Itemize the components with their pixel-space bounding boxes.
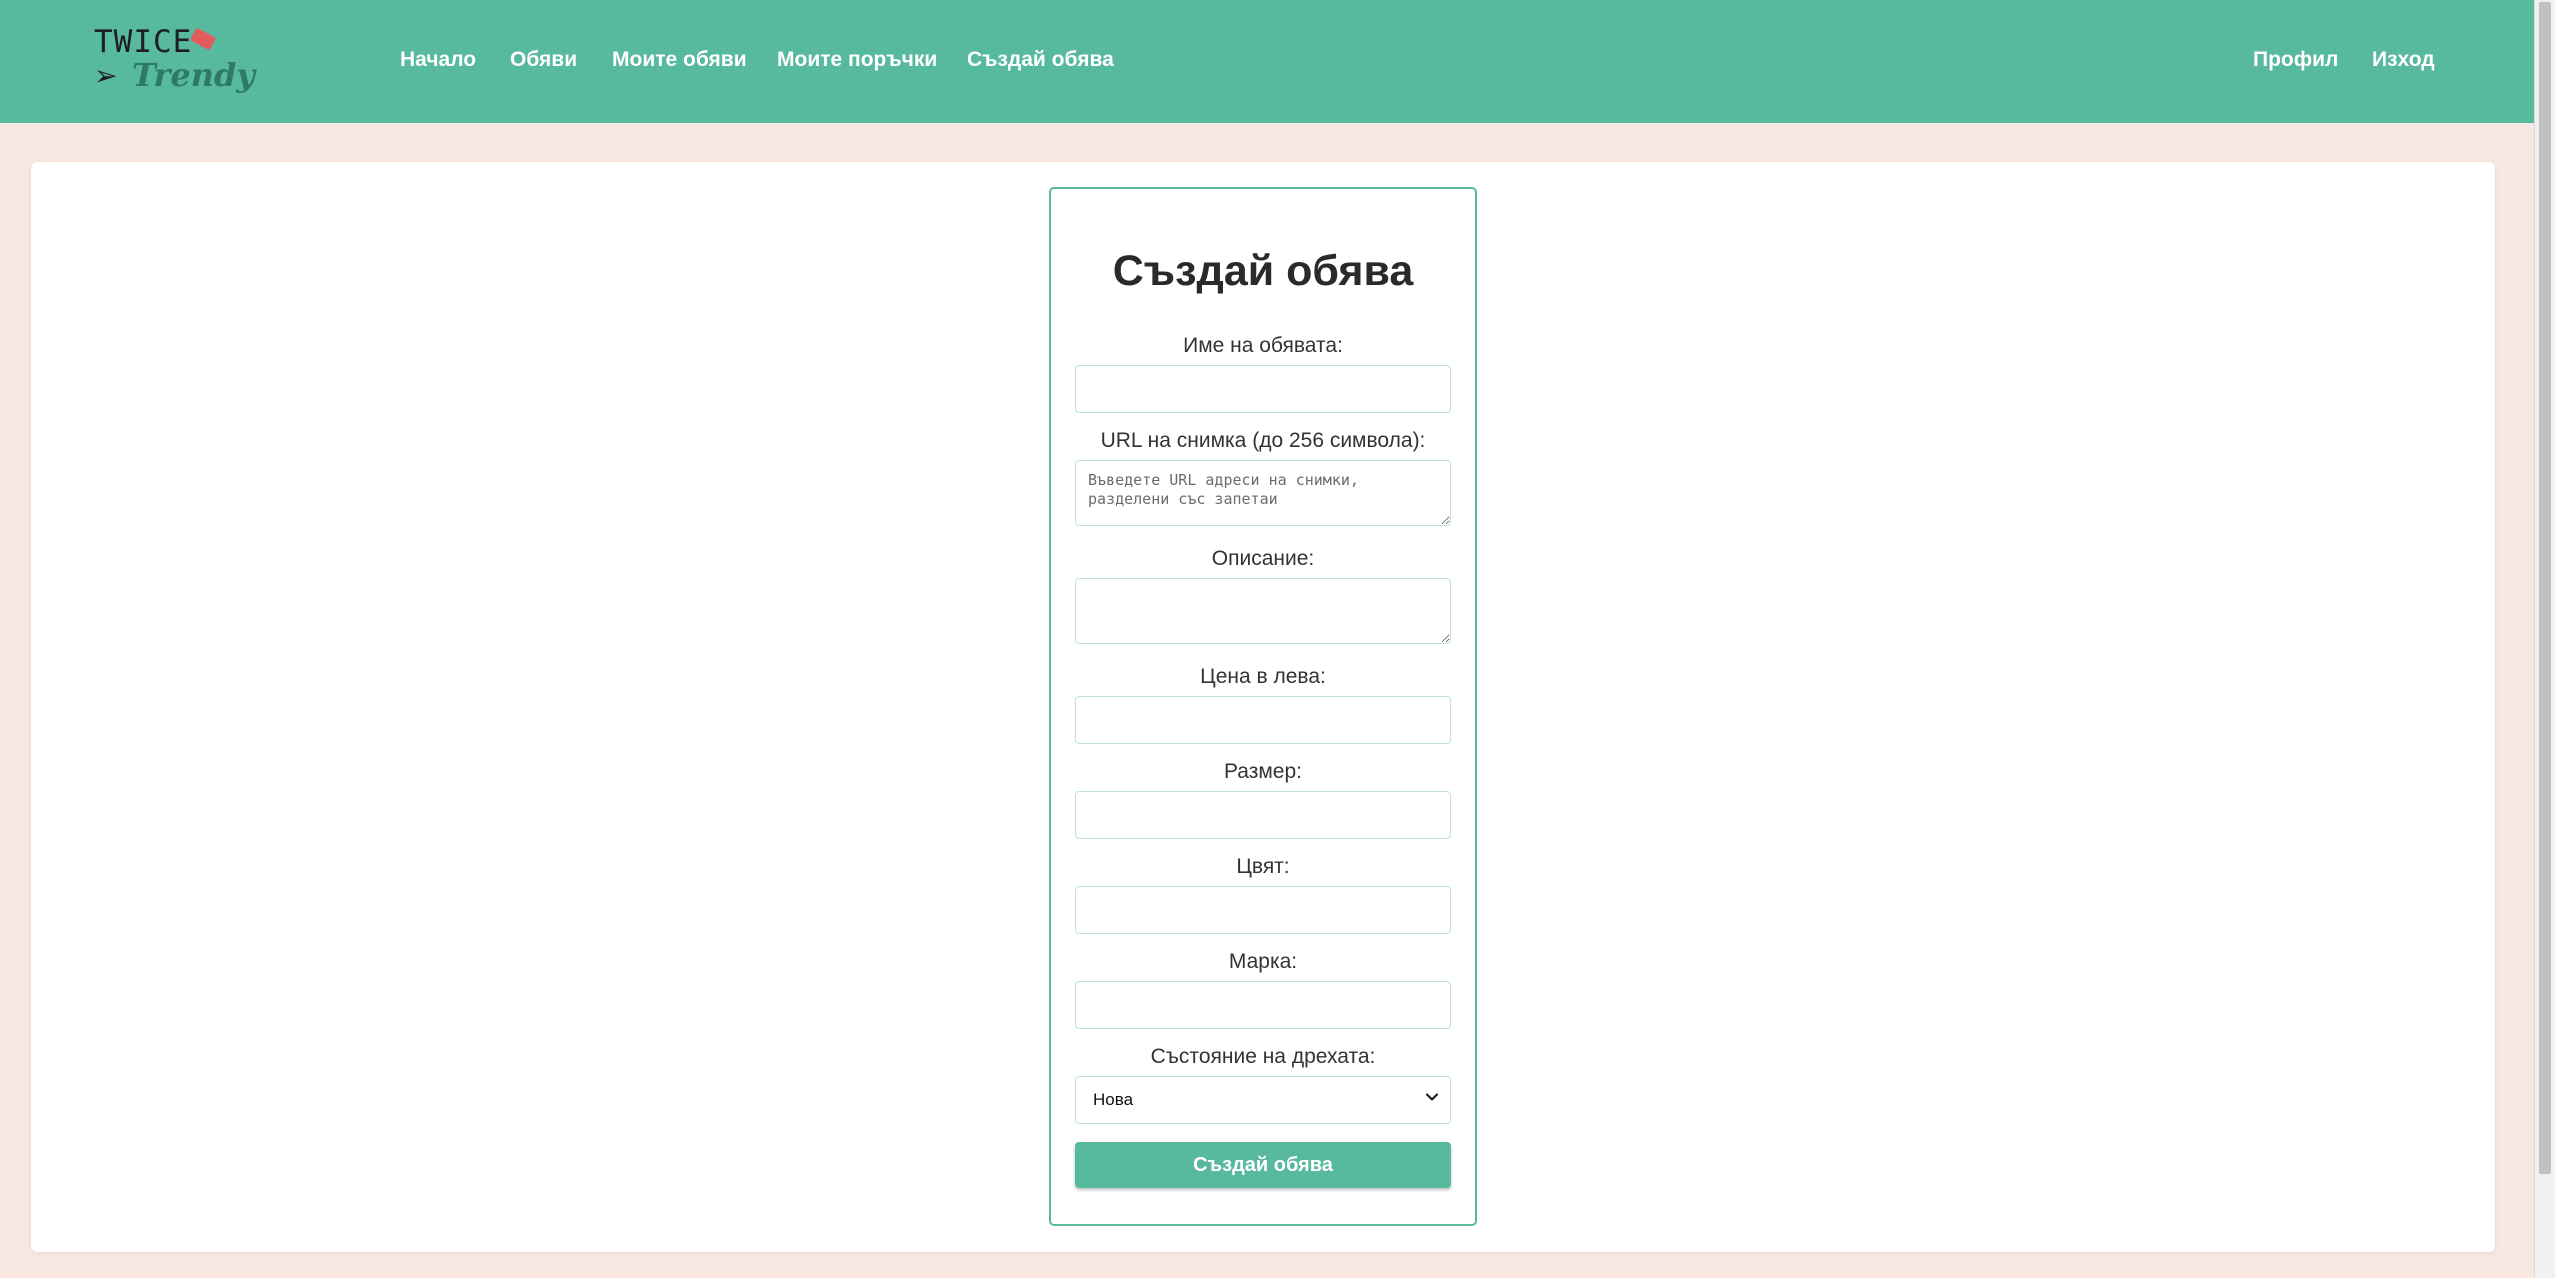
brand-label: Марка: [1228, 950, 1298, 973]
size-label: Размер: [1223, 760, 1302, 783]
create-listing-form: Създай обява Име на обявата: URL на сним… [1049, 187, 1477, 1226]
name-input[interactable] [1075, 365, 1451, 413]
logo-text-twice: TWICE [94, 24, 193, 60]
price-tag-icon [190, 27, 216, 51]
condition-select[interactable]: Нова [1075, 1076, 1451, 1124]
nav-link-my-orders[interactable]: Моите поръчки [777, 46, 937, 74]
logo[interactable]: TWICE ➢ Trendy [90, 22, 255, 100]
page: TWICE ➢ Trendy Начало Обяви Моите обяви … [0, 0, 2555, 1278]
condition-label: Състояние на дрехата: [1150, 1045, 1376, 1068]
form-title: Създай обява [1112, 247, 1414, 295]
nav-link-listings[interactable]: Обяви [510, 46, 577, 74]
price-label: Цена в лева: [1200, 665, 1326, 688]
nav-link-home[interactable]: Начало [400, 46, 476, 74]
create-listing-submit-button[interactable]: Създай обява [1075, 1142, 1451, 1188]
name-label: Име на обявата: [1183, 334, 1343, 357]
color-label: Цвят: [1236, 855, 1290, 878]
size-input[interactable] [1075, 791, 1451, 839]
nav-link-create-listing[interactable]: Създай обява [967, 46, 1114, 74]
url-textarea[interactable] [1075, 460, 1451, 526]
paper-plane-icon: ➢ [94, 60, 118, 91]
navbar: TWICE ➢ Trendy Начало Обяви Моите обяви … [0, 0, 2534, 123]
price-input[interactable] [1075, 696, 1451, 744]
url-label: URL на снимка (до 256 символа): [1100, 429, 1426, 452]
logo-text-trendy: Trendy [132, 56, 255, 94]
color-input[interactable] [1075, 886, 1451, 934]
nav-link-profile[interactable]: Профил [2253, 46, 2338, 74]
nav-link-logout[interactable]: Изход [2372, 46, 2435, 74]
nav-link-my-listings[interactable]: Моите обяви [612, 46, 747, 74]
description-textarea[interactable] [1075, 578, 1451, 644]
vertical-scrollbar[interactable] [2534, 0, 2555, 1278]
chevron-down-icon [1425, 1093, 1439, 1101]
brand-input[interactable] [1075, 981, 1451, 1029]
condition-selected-value: Нова [1093, 1090, 1134, 1109]
description-label: Описание: [1211, 547, 1315, 570]
scrollbar-thumb[interactable] [2539, 2, 2551, 1174]
